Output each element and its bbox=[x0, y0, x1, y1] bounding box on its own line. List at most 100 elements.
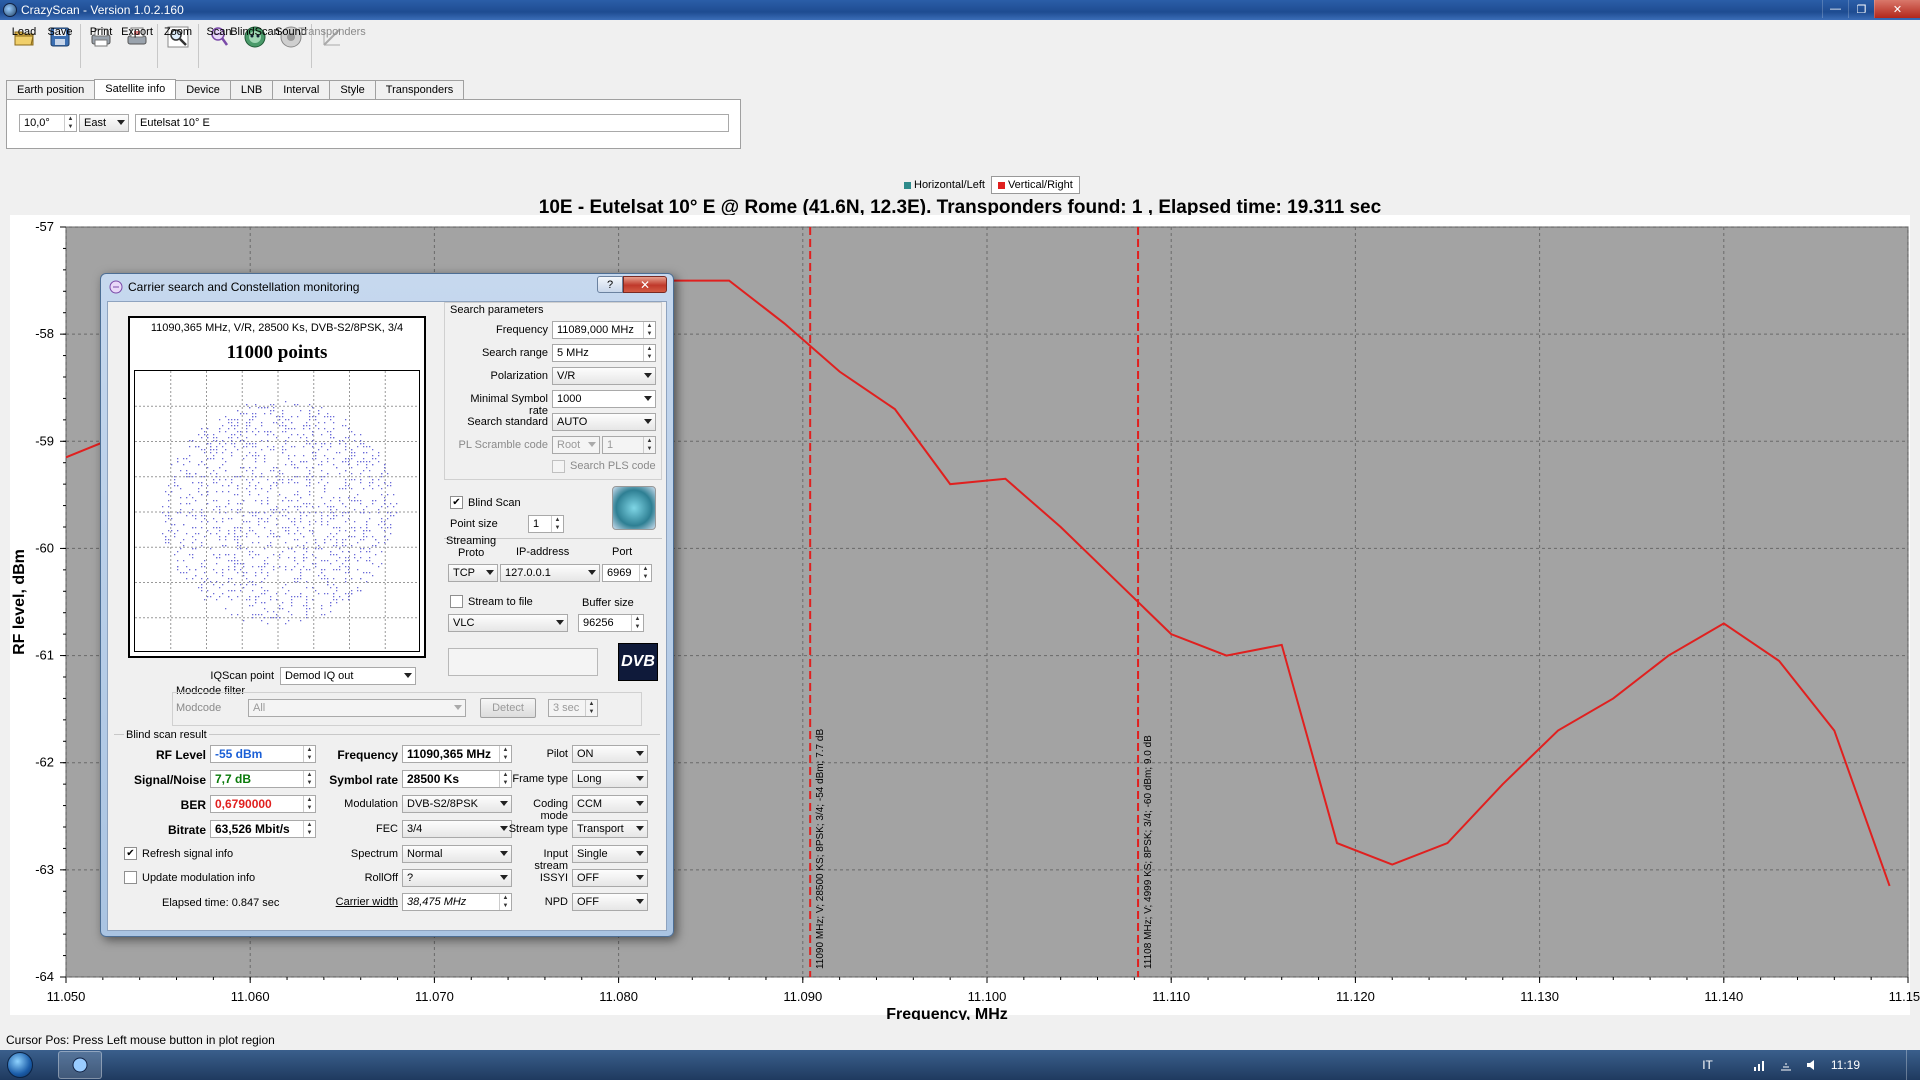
constellation-point bbox=[309, 530, 311, 532]
constellation-point bbox=[378, 509, 380, 511]
save-button[interactable]: Save bbox=[44, 20, 76, 50]
constellation-point bbox=[267, 557, 269, 559]
constellation-point bbox=[345, 485, 347, 487]
stream-to-file-checkbox[interactable] bbox=[450, 595, 463, 608]
tab-interval[interactable]: Interval bbox=[272, 80, 331, 99]
volume-icon[interactable] bbox=[1805, 1058, 1819, 1072]
constellation-point bbox=[186, 572, 188, 574]
show-desktop-button[interactable] bbox=[1906, 1050, 1920, 1080]
taskbar-app-crazyscan[interactable] bbox=[58, 1051, 102, 1079]
tab-earth-position[interactable]: Earth position bbox=[6, 80, 96, 99]
result-frequency-label: Frequency bbox=[337, 748, 398, 762]
fec-select[interactable]: 3/4 bbox=[402, 820, 512, 838]
print-button[interactable]: Print bbox=[85, 20, 117, 50]
min-symbol-rate-select[interactable]: 1000 bbox=[552, 390, 656, 408]
pilot-select[interactable]: ON bbox=[572, 745, 648, 763]
constellation-point bbox=[231, 482, 233, 484]
export-button[interactable]: Export bbox=[121, 20, 153, 50]
iqscan-point-select[interactable]: Demod IQ out bbox=[280, 667, 416, 685]
detect-time-spinbox[interactable]: 3 sec ▲ ▼ bbox=[548, 699, 598, 717]
constellation-point bbox=[330, 611, 332, 613]
transponders-button[interactable]: Transponders bbox=[298, 20, 366, 50]
language-indicator[interactable]: IT bbox=[1702, 1058, 1713, 1072]
modulation-select[interactable]: DVB-S2/8PSK bbox=[402, 795, 512, 813]
detect-button[interactable]: Detect bbox=[480, 698, 536, 718]
zoom-button[interactable]: Zoom bbox=[162, 20, 194, 50]
dialog-help-button[interactable]: ? bbox=[597, 276, 623, 293]
blind-scan-checkbox[interactable]: ✔ bbox=[450, 496, 463, 509]
satellite-position-spinbox[interactable]: 10,0° ▲ ▼ bbox=[19, 114, 77, 132]
input-stream-select[interactable]: Single bbox=[572, 845, 648, 863]
point-size-spinbox[interactable]: 1 ▲ ▼ bbox=[528, 515, 564, 533]
satellite-name-input[interactable]: Eutelsat 10° E bbox=[135, 114, 729, 132]
direction-select[interactable]: East bbox=[79, 114, 129, 132]
constellation-point bbox=[273, 482, 275, 484]
legend-vertical[interactable]: Vertical/Right bbox=[990, 176, 1080, 194]
constellation-point bbox=[294, 539, 296, 541]
tab-satellite-info[interactable]: Satellite info bbox=[94, 79, 177, 99]
constellation-point bbox=[285, 401, 287, 403]
search-frequency-spinbox[interactable]: 11089,000 MHz ▲ ▼ bbox=[552, 321, 656, 339]
issyi-select[interactable]: OFF bbox=[572, 869, 648, 887]
signal-icon[interactable] bbox=[1779, 1058, 1793, 1072]
stream-type-select[interactable]: Transport bbox=[572, 820, 648, 838]
clock[interactable]: 11:19 bbox=[1831, 1058, 1860, 1072]
constellation-point bbox=[378, 452, 380, 454]
ip-address-select[interactable]: 127.0.0.1 bbox=[500, 564, 600, 582]
update-modulation-checkbox[interactable] bbox=[124, 871, 137, 884]
search-standard-select[interactable]: AUTO bbox=[552, 413, 656, 431]
constellation-point bbox=[333, 515, 335, 517]
constellation-point bbox=[219, 587, 221, 589]
constellation-point bbox=[237, 560, 239, 562]
frame-type-select[interactable]: Long bbox=[572, 770, 648, 788]
pls-value-spinbox[interactable]: 1 ▲ ▼ bbox=[602, 436, 656, 454]
network-icon[interactable] bbox=[1753, 1058, 1767, 1072]
tab-transponders[interactable]: Transponders bbox=[374, 80, 465, 99]
maximize-button[interactable]: ❐ bbox=[1848, 0, 1874, 18]
proto-select[interactable]: TCP bbox=[448, 564, 498, 582]
load-button[interactable]: Load bbox=[8, 20, 40, 50]
spectrum-select[interactable]: Normal bbox=[402, 845, 512, 863]
constellation-point bbox=[288, 458, 290, 460]
constellation-point bbox=[321, 512, 323, 514]
tab-style[interactable]: Style bbox=[329, 80, 376, 99]
constellation-point bbox=[300, 410, 302, 412]
refresh-signal-checkbox[interactable]: ✔ bbox=[124, 847, 137, 860]
blindscan-button[interactable]: BlindScan bbox=[230, 20, 280, 50]
modcode-select[interactable]: All bbox=[248, 699, 466, 717]
legend-horizontal[interactable]: Horizontal/Left bbox=[898, 176, 991, 194]
constellation-point bbox=[237, 548, 239, 550]
constellation-point bbox=[309, 416, 311, 418]
carrier-width-label[interactable]: Carrier width bbox=[318, 896, 398, 908]
coding-mode-select[interactable]: CCM bbox=[572, 795, 648, 813]
buffer-size-spinbox[interactable]: 96256 ▲ ▼ bbox=[578, 614, 644, 632]
start-button[interactable] bbox=[0, 1050, 40, 1080]
constellation-point bbox=[204, 572, 206, 574]
constellation-point bbox=[273, 446, 275, 448]
constellation-point bbox=[339, 557, 341, 559]
constellation-point bbox=[249, 422, 251, 424]
rolloff-select[interactable]: ? bbox=[402, 869, 512, 887]
player-select[interactable]: VLC bbox=[448, 614, 568, 632]
constellation-point bbox=[345, 470, 347, 472]
npd-select[interactable]: OFF bbox=[572, 893, 648, 911]
tab-lnb[interactable]: LNB bbox=[229, 80, 274, 99]
constellation-point bbox=[348, 557, 350, 559]
search-pls-checkbox[interactable] bbox=[552, 460, 565, 473]
constellation-point bbox=[360, 551, 362, 553]
polarization-select[interactable]: V/R bbox=[552, 367, 656, 385]
search-range-spinbox[interactable]: 5 MHz ▲ ▼ bbox=[552, 344, 656, 362]
pls-mode-select[interactable]: Root bbox=[552, 436, 600, 454]
close-button[interactable]: ✕ bbox=[1874, 0, 1920, 18]
dialog-title-bar[interactable]: Carrier search and Constellation monitor… bbox=[101, 274, 673, 300]
dialog-close-button[interactable]: ✕ bbox=[623, 276, 667, 293]
tab-device[interactable]: Device bbox=[175, 80, 231, 99]
constellation-point bbox=[366, 536, 368, 538]
constellation-point bbox=[330, 419, 332, 421]
minimize-button[interactable]: — bbox=[1822, 0, 1848, 18]
constellation-point bbox=[240, 467, 242, 469]
constellation-point bbox=[258, 524, 260, 526]
constellation-point bbox=[306, 605, 308, 607]
constellation-point bbox=[372, 458, 374, 460]
port-spinbox[interactable]: 6969 ▲ ▼ bbox=[602, 564, 652, 582]
